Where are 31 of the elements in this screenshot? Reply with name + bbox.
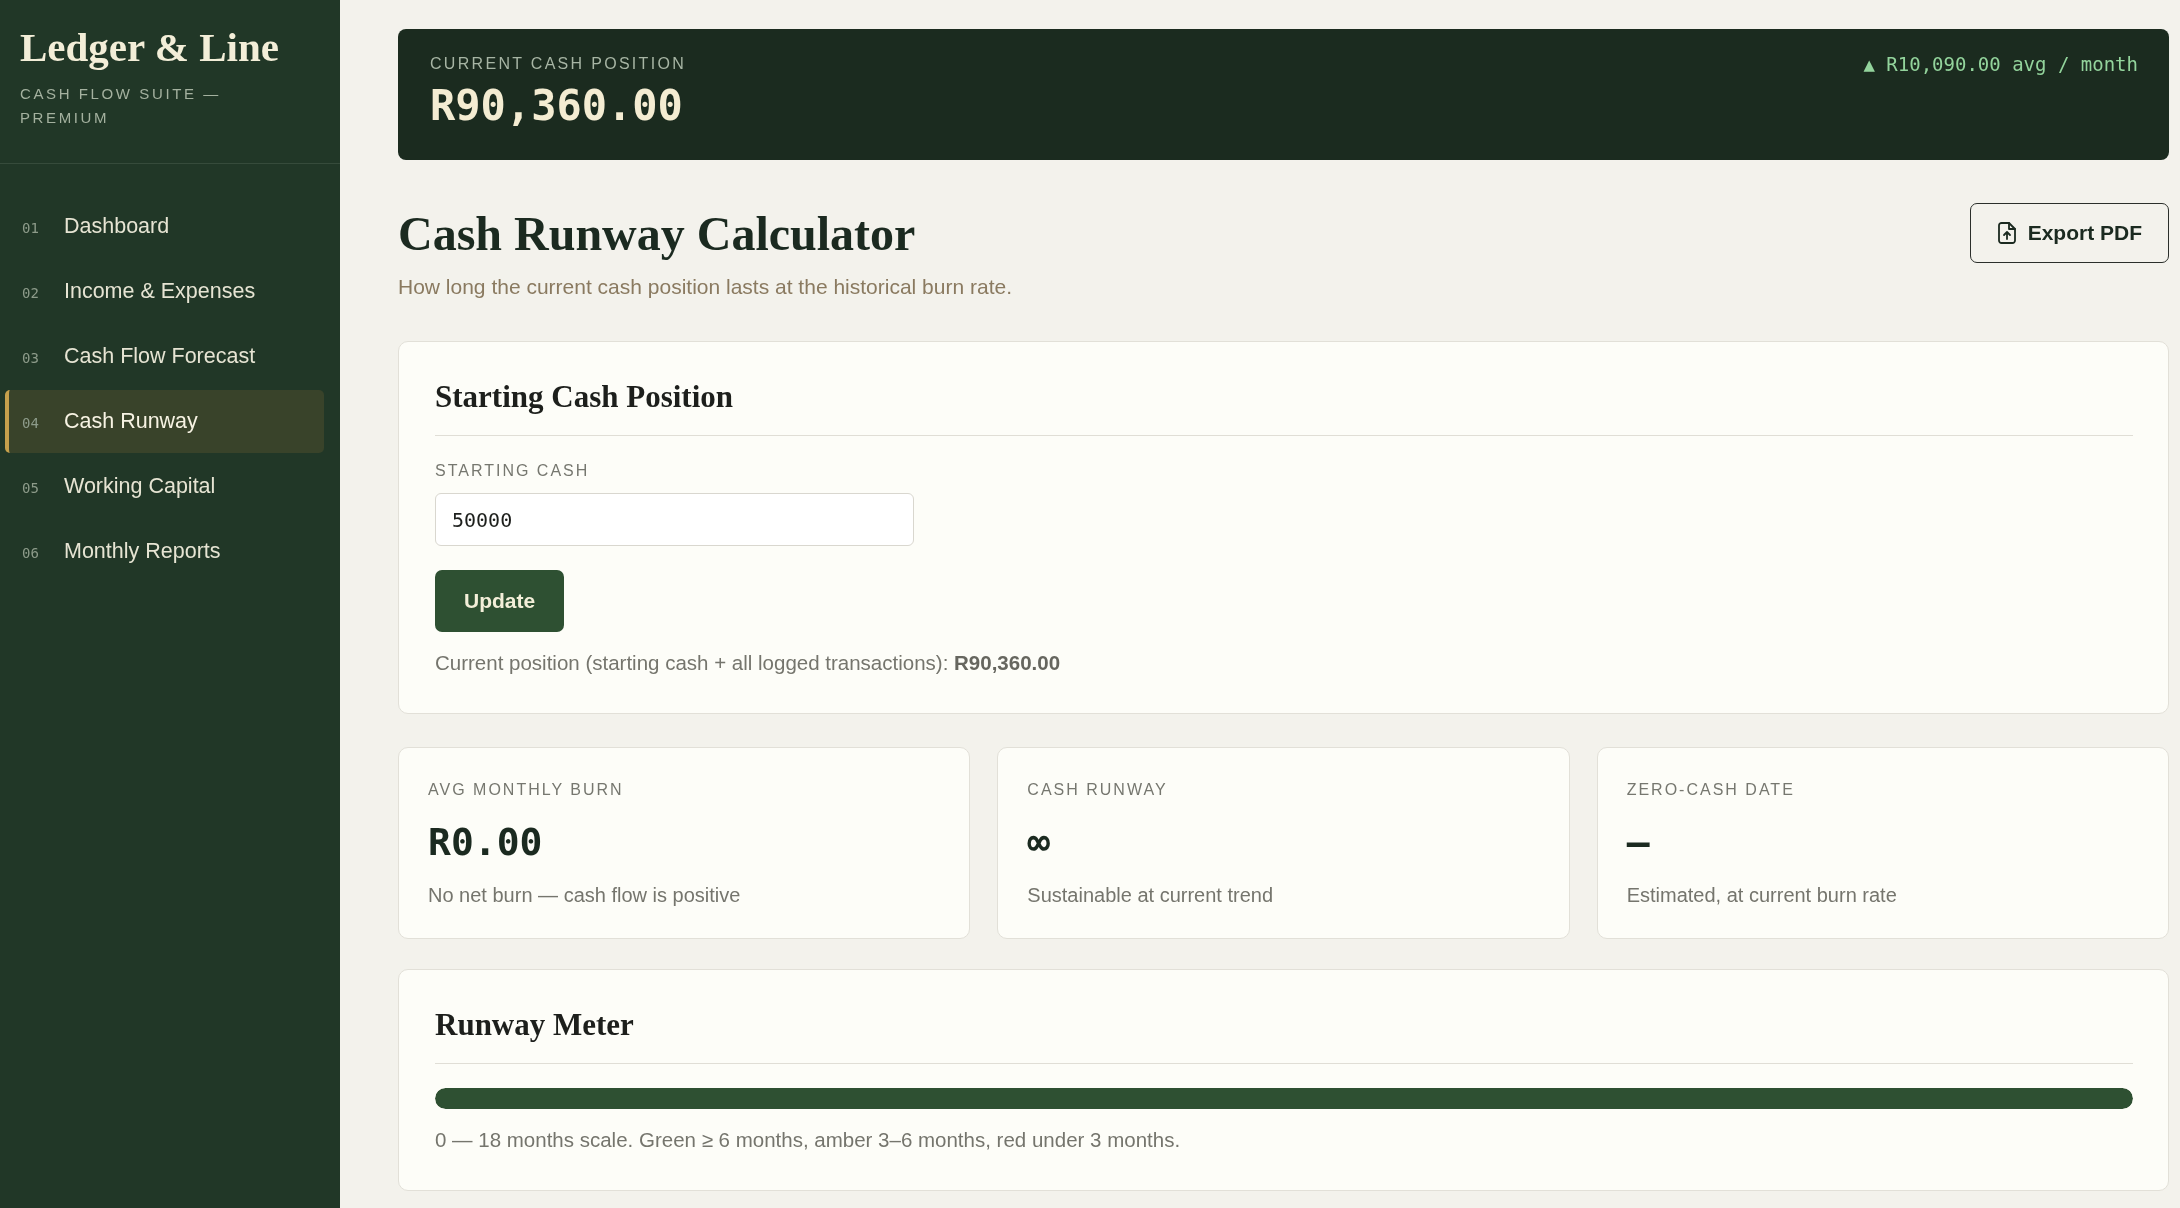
monthly-average-trend: ▲ R10,090.00 avg / month [1863,53,2138,75]
brand-title: Ledger & Line [20,24,280,70]
nav-item[interactable]: 01 Dashboard [5,195,324,258]
section-title: Runway Meter [435,1007,2133,1064]
banner-label: CURRENT CASH POSITION [430,54,687,73]
page-subtitle: How long the current cash position lasts at the historical burn rate. [398,275,1012,299]
nav-item[interactable]: 05 Working Capital [5,455,324,518]
stat-note: No net burn — cash flow is positive [428,883,742,907]
stat-label: AVG MONTHLY BURN [428,780,625,799]
stat-value: — [1626,819,1650,865]
stat-value: ∞ [1027,819,1051,865]
current-position-note: Current position (starting cash + all logged transactions): R90,360.00 [435,651,1062,675]
brand-tagline: CASH FLOW SUITE — PREMIUM [20,84,222,128]
stat-label: CASH RUNWAY [1027,780,1169,799]
section-title: Starting Cash Position [435,379,2133,436]
field-label: STARTING CASH [435,461,591,480]
meter-scale-note: 0 — 18 months scale. Green ≥ 6 months, amber 3–6 months, red under 3 months. [435,1128,1182,1152]
stat-note: Estimated, at current burn rate [1626,883,1898,907]
page-title: Cash Runway Calculator [398,206,917,261]
document-arrow-up-icon [1997,222,2016,244]
stat-label: ZERO-CASH DATE [1626,780,1796,799]
update-button[interactable]: Update [435,570,565,632]
stat-value: R0.00 [428,819,543,865]
export-pdf-button[interactable]: Export PDF [1969,203,2169,263]
nav-item[interactable]: 04 Cash Runway [5,390,324,453]
stat-note: Sustainable at current trend [1027,883,1275,907]
starting-cash-input[interactable]: 50000 [435,493,914,546]
nav-item[interactable]: 06 Monthly Reports [5,520,324,583]
nav-item[interactable]: 02 Income & Expenses [5,260,324,323]
cash-position-value: R90,360.00 [430,81,684,131]
nav-item[interactable]: 03 Cash Flow Forecast [5,325,324,388]
